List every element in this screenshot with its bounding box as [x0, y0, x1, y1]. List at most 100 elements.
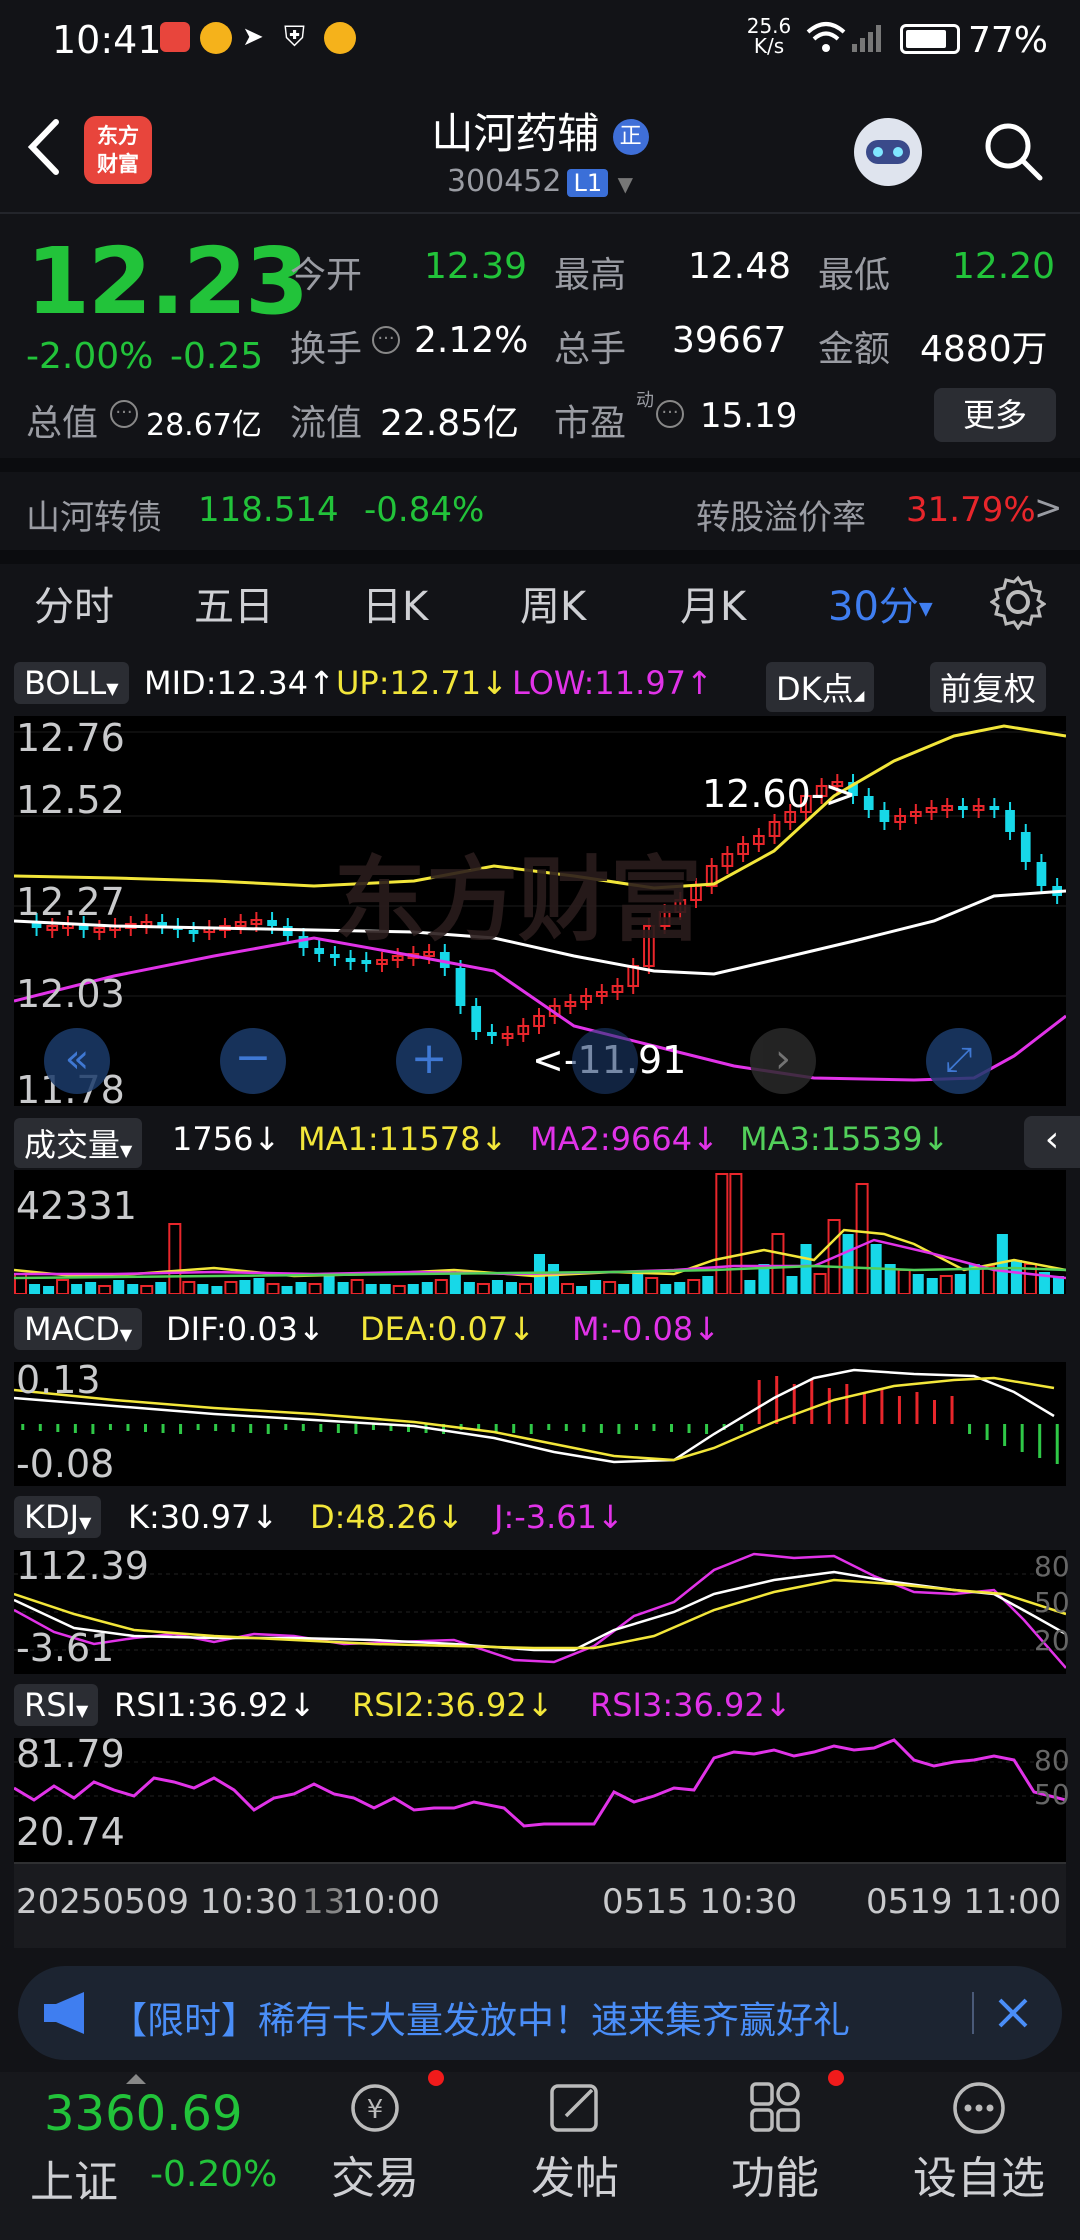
time-axis: 20250509 10:30 13 10:00 0515 10:30 0519 …: [14, 1862, 1066, 1948]
amount-label: 金额: [818, 329, 891, 370]
chevron-right-icon: >: [1034, 488, 1063, 528]
volume-bar: [434, 1279, 448, 1295]
bond-price: 118.514: [198, 490, 339, 530]
more-dots-icon: [944, 2078, 1014, 2138]
weibo-icon: [200, 22, 232, 54]
rsi-selector[interactable]: RSI▼: [14, 1684, 99, 1726]
boll-low: LOW:11.97↑: [512, 664, 713, 702]
macd-m: M:-0.08↓: [572, 1310, 720, 1348]
kdj-y-bottom: -3.61: [16, 1626, 115, 1670]
search-icon[interactable]: [980, 118, 1046, 184]
kline-chart[interactable]: 东方财富 12.76 12.52 12.27 12.03 11.78 12.60…: [13, 716, 1067, 1112]
info-icon[interactable]: ···: [372, 326, 400, 354]
tab-intraday[interactable]: 分时: [34, 574, 114, 632]
divider: [0, 212, 1080, 214]
dropdown-icon: ▼: [75, 1701, 89, 1720]
zoom-out-button[interactable]: −: [220, 1028, 286, 1094]
tab-weekly-k[interactable]: 周K: [520, 574, 586, 632]
kdj-d: D:48.26↓: [310, 1498, 464, 1536]
app-notification-icon: [160, 22, 190, 52]
volume-bar: [491, 1280, 503, 1294]
period-tabs: 分时 五日 日K 周K 月K 30分▼: [0, 564, 1080, 654]
change-pct: -2.00%: [26, 336, 154, 377]
collapse-panel-button[interactable]: ‹: [1024, 1116, 1080, 1168]
rsi-1: RSI1:36.92↓: [114, 1686, 316, 1724]
info-icon[interactable]: ···: [656, 400, 684, 428]
nav-customize-label: 设自选: [913, 2153, 1045, 2204]
robot-assistant-icon[interactable]: [848, 112, 928, 192]
forward-adjust-button[interactable]: 前复权: [930, 662, 1047, 712]
macd-dif: DIF:0.03↓: [166, 1310, 325, 1348]
volume-bar: [590, 1280, 602, 1294]
dropdown-icon: ▼: [918, 598, 933, 620]
volume-bar: [350, 1279, 364, 1295]
premium-label: 转股溢价率: [696, 498, 866, 538]
time-label-2: 10:00: [342, 1882, 440, 1922]
net-speed: 25.6 K/s: [744, 16, 794, 56]
current-price: 12.23: [26, 228, 309, 335]
rsi-chart[interactable]: 81.79 20.74 80 50: [13, 1732, 1070, 1862]
float-label: 流值: [290, 403, 363, 444]
tab-monthly-k[interactable]: 月K: [680, 574, 746, 632]
fullscreen-icon[interactable]: ⤢: [926, 1028, 992, 1094]
candle: [455, 968, 466, 1006]
volume-bar: [407, 1284, 419, 1294]
volume-bar: [85, 1282, 97, 1294]
reset-button[interactable]: [572, 1028, 638, 1094]
y-label-3: 12.27: [16, 880, 125, 924]
kdj-k: K:30.97↓: [128, 1498, 279, 1536]
rsi-line: [13, 1738, 1067, 1828]
macd-svg: [13, 1368, 1059, 1464]
tab-30min[interactable]: 30分▼: [828, 574, 933, 632]
close-icon[interactable]: [986, 1986, 1040, 2044]
boll-selector[interactable]: BOLL▼: [14, 662, 129, 704]
dk-label: DK点: [776, 670, 854, 708]
scroll-left-button[interactable]: «: [44, 1028, 110, 1094]
pe-label: 市盈: [554, 403, 627, 444]
kdj-chart[interactable]: 112.39 -3.61 80 50 20: [13, 1544, 1070, 1674]
volume-svg: [13, 1173, 1067, 1295]
bond-row[interactable]: 山河转债 118.514 -0.84% 转股溢价率 31.79% >: [0, 472, 1080, 550]
promo-banner[interactable]: 【限时】稀有卡大量发放中！速来集齐赢好礼: [18, 1966, 1062, 2060]
zoom-in-button[interactable]: +: [396, 1028, 462, 1094]
volume-selector[interactable]: 成交量▼: [14, 1118, 143, 1168]
index-value: 3360.69: [44, 2086, 243, 2142]
scroll-right-button[interactable]: ›: [750, 1028, 816, 1094]
volume-bar: [476, 1283, 490, 1295]
trade-icon: ¥: [340, 2078, 410, 2138]
index-widget[interactable]: 3360.69 上证 -0.20%: [0, 2072, 290, 2240]
volume-chart[interactable]: 42331: [13, 1170, 1067, 1295]
volume-current: 1756↓: [172, 1120, 281, 1158]
info-icon[interactable]: ···: [110, 400, 138, 428]
nav-trade[interactable]: ¥ 交易: [300, 2070, 450, 2206]
battery-level: 77%: [968, 20, 1049, 61]
volume-bar: [786, 1276, 798, 1294]
tab-five-day[interactable]: 五日: [194, 574, 274, 632]
volume-bar: [140, 1285, 154, 1295]
section-gap: [0, 550, 1080, 564]
kdj-j: J:-3.61↓: [494, 1498, 624, 1536]
low-label: 最低: [818, 255, 891, 296]
tab-daily-k[interactable]: 日K: [362, 574, 428, 632]
macd-chart[interactable]: 0.13 -0.08: [13, 1358, 1066, 1486]
level-badge: L1: [567, 169, 609, 197]
mktcap-label: 总值: [26, 403, 99, 444]
kdj-header: KDJ▼ K:30.97↓ D:48.26↓ J:-3.61↓: [0, 1494, 1080, 1542]
more-button[interactable]: 更多: [934, 388, 1056, 442]
boll-mid: MID:12.34↑: [144, 664, 335, 702]
stock-name: 山河药辅: [431, 109, 600, 158]
candle: [487, 1032, 497, 1036]
gear-icon[interactable]: [989, 574, 1047, 634]
macd-selector[interactable]: MACD▼: [14, 1308, 143, 1350]
bond-name: 山河转债: [26, 498, 162, 538]
dk-point-button[interactable]: DK点◢: [766, 662, 875, 712]
status-bar: 10:41 ➤ ⛨ 25.6 K/s 77%: [0, 0, 1080, 82]
time-label-1: 20250509 10:30: [16, 1882, 298, 1922]
nav-functions[interactable]: 功能: [700, 2070, 850, 2206]
kdj-selector[interactable]: KDJ▼: [14, 1496, 102, 1538]
nav-customize[interactable]: 设自选: [904, 2070, 1054, 2206]
volume-bar: [1010, 1260, 1022, 1294]
nav-post[interactable]: 发帖: [500, 2070, 650, 2206]
volume-bar: [421, 1282, 433, 1294]
macd-y-top: 0.13: [16, 1358, 101, 1402]
